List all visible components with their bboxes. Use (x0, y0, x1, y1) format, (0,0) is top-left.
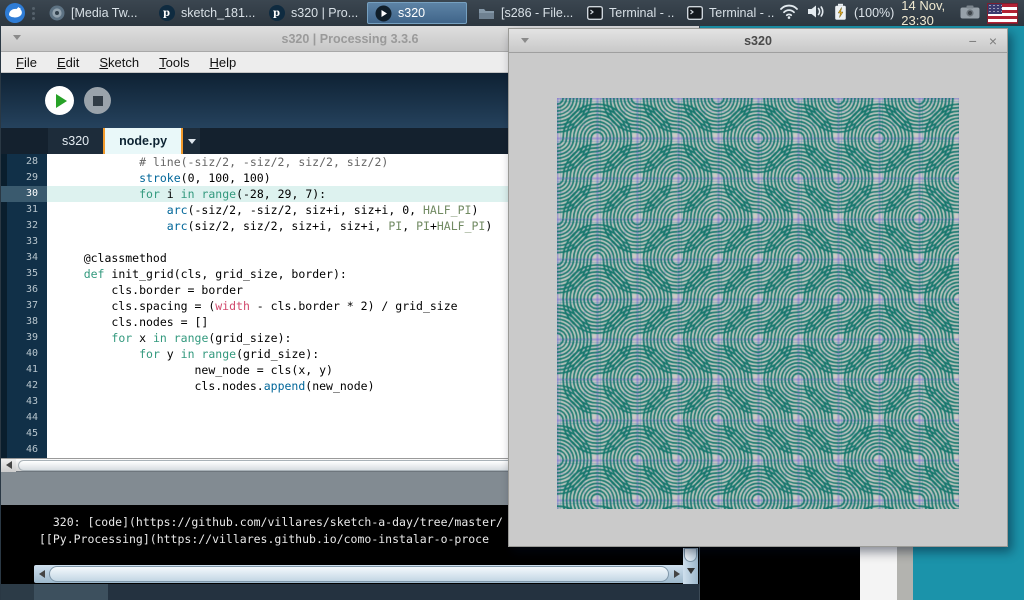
line-number: 45 (1, 426, 47, 442)
panel-grip[interactable] (30, 7, 37, 20)
ide-window-title: s320 | Processing 3.3.6 (282, 32, 419, 46)
line-number: 30 (1, 186, 47, 202)
media-player-icon (48, 5, 65, 22)
play-icon (56, 94, 67, 108)
sketch-canvas (557, 98, 959, 509)
task-button-media[interactable]: [Media Tw... (41, 2, 147, 24)
processing-icon: p (158, 5, 175, 22)
stop-button[interactable] (84, 87, 111, 114)
background-window-scrollbar (860, 540, 897, 600)
console-vertical-scrollbar[interactable] (683, 548, 698, 584)
close-button[interactable]: × (989, 34, 997, 48)
line-number: 41 (1, 362, 47, 378)
arrow-down-icon (687, 568, 695, 574)
line-number: 28 (1, 154, 47, 170)
arrow-left-icon (6, 461, 12, 469)
console-scrollbar-thumb[interactable] (49, 566, 669, 582)
line-number: 33 (1, 234, 47, 250)
task-button-terminal-2[interactable]: Terminal - ... (679, 2, 775, 24)
menu-edit[interactable]: Edit (48, 53, 88, 72)
line-number: 39 (1, 330, 47, 346)
line-number: 46 (1, 442, 47, 458)
line-number: 35 (1, 266, 47, 282)
chevron-down-icon (188, 139, 196, 144)
tab-s320[interactable]: s320 (48, 128, 103, 154)
menu-tools[interactable]: Tools (150, 53, 198, 72)
task-button-file-manager[interactable]: [s286 - File... (471, 2, 575, 24)
play-window-icon (375, 5, 392, 22)
line-number: 44 (1, 410, 47, 426)
clock[interactable]: 14 Nov, 23:30 (901, 0, 953, 28)
menu-help[interactable]: Help (200, 53, 245, 72)
line-number-gutter: 28293031323334353637383940414243444546 (1, 154, 47, 458)
whisker-menu-icon (4, 2, 26, 24)
line-number: 37 (1, 298, 47, 314)
background-window-area (700, 540, 860, 600)
line-number: 42 (1, 378, 47, 394)
line-number: 38 (1, 314, 47, 330)
folder-icon (478, 5, 495, 22)
sketch-titlebar[interactable]: s320 − × (509, 29, 1007, 53)
stop-icon (93, 96, 103, 106)
line-number: 43 (1, 394, 47, 410)
taskbar: [Media Tw... p sketch_181... p s320 | Pr… (0, 0, 1024, 26)
task-button-terminal-1[interactable]: Terminal - ... (579, 2, 675, 24)
scroll-down-button[interactable] (683, 562, 698, 580)
battery-percentage: (100%) (854, 6, 894, 20)
window-shade-icon[interactable] (13, 35, 21, 40)
keyboard-layout-us-flag[interactable] (987, 3, 1018, 24)
task-button-s320-sketch[interactable]: s320 (367, 2, 467, 24)
screen: s320 | Processing 3.3.6 File Edit Sketch… (0, 0, 1024, 600)
ide-window-bottom-edge (1, 584, 699, 600)
line-number: 36 (1, 282, 47, 298)
background-window-border (897, 540, 913, 600)
screenshot-camera-icon[interactable] (960, 5, 980, 22)
line-number: 31 (1, 202, 47, 218)
wifi-icon[interactable] (779, 4, 799, 22)
battery-charging-icon[interactable] (834, 3, 847, 24)
minimize-button[interactable]: − (969, 34, 977, 48)
menu-file[interactable]: File (7, 53, 46, 72)
window-shade-icon[interactable] (521, 38, 529, 43)
scroll-right-button[interactable] (669, 568, 684, 581)
console-vscrollbar-thumb[interactable] (684, 548, 697, 562)
console-horizontal-scrollbar[interactable] (34, 565, 684, 583)
line-number: 34 (1, 250, 47, 266)
task-button-sketch181[interactable]: p sketch_181... (151, 2, 257, 24)
run-button[interactable] (45, 86, 74, 115)
arrow-left-icon (39, 570, 45, 578)
processing-icon: p (268, 5, 285, 22)
scroll-left-button[interactable] (34, 568, 49, 581)
sketch-window-title: s320 (744, 34, 772, 48)
line-number: 40 (1, 346, 47, 362)
applications-menu-button[interactable] (4, 2, 26, 24)
tab-nodepy[interactable]: node.py (105, 128, 181, 154)
task-button-s320-ide[interactable]: p s320 | Pro... (261, 2, 363, 24)
terminal-icon (586, 5, 603, 22)
scroll-left-button[interactable] (1, 459, 16, 472)
arrow-right-icon (674, 570, 680, 578)
terminal-icon (686, 5, 703, 22)
volume-icon[interactable] (806, 4, 827, 22)
line-number: 29 (1, 170, 47, 186)
line-number: 32 (1, 218, 47, 234)
tab-menu-button[interactable] (183, 128, 200, 154)
sketch-output-window: s320 − × (508, 28, 1008, 547)
sketch-canvas-holder (557, 98, 959, 509)
menu-sketch[interactable]: Sketch (90, 53, 148, 72)
